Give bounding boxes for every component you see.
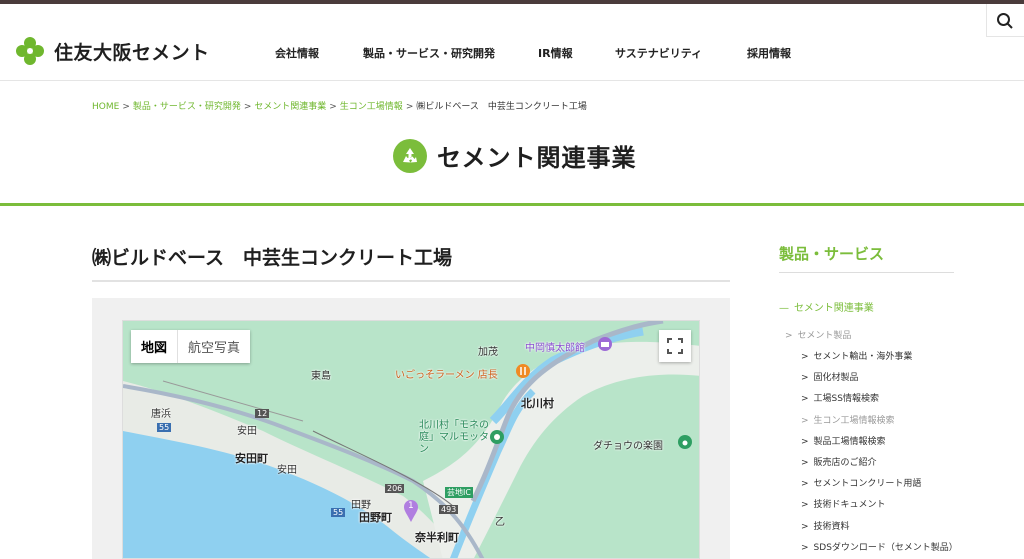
route-493-badge: 493	[439, 505, 459, 514]
sidebar-item-solidifier[interactable]: > 固化材製品	[801, 370, 859, 383]
sidebar-item-dealers[interactable]: > 販売店のご紹介	[801, 455, 877, 468]
sidebar-item-tech-docs[interactable]: > 技術ドキュメント	[801, 497, 886, 510]
park-pin-icon[interactable]	[677, 434, 693, 454]
page-title: ㈱ビルドベース 中芸生コンクリート工場	[92, 247, 453, 269]
map-type-map[interactable]: 地図	[131, 330, 179, 363]
logo-text: 住友大阪セメント	[54, 41, 210, 64]
map-label-karahama: 唐浜	[151, 409, 171, 420]
breadcrumb-home[interactable]: HOME	[92, 102, 119, 112]
sidebar-item-label: セメントコンクリート用語	[813, 479, 922, 489]
sidebar-item-label: 固化材製品	[813, 373, 859, 383]
sidebar-item-cement[interactable]: — セメント関連事業	[779, 299, 874, 314]
map-label-tano-town: 田野町	[359, 511, 392, 524]
breadcrumb-products[interactable]: 製品・サービス・研究開発	[133, 102, 241, 112]
sidebar-item-ss-search[interactable]: > 工場SS情報検索	[801, 391, 879, 404]
site-header: 住友大阪セメント 会社情報 製品・サービス・研究開発 IR情報 サステナビリティ…	[0, 4, 1024, 81]
section-divider	[0, 203, 1024, 206]
map-label-nakaoka: 中岡慎太郎館	[525, 343, 585, 354]
map-label-dachou: ダチョウの楽園	[593, 441, 663, 452]
nav-recruit[interactable]: 採用情報	[747, 45, 791, 61]
fullscreen-button[interactable]	[659, 330, 691, 362]
search-icon	[997, 13, 1013, 29]
restaurant-pin-icon[interactable]	[515, 363, 531, 383]
sidebar-item-cement-products-label: セメント製品	[797, 331, 852, 341]
sidebar-item-cement-products[interactable]: > セメント製品	[785, 328, 851, 341]
breadcrumb-current: ㈱ビルドベース 中芸生コンクリート工場	[416, 102, 587, 112]
sidebar-item-rmc-search[interactable]: > 生コン工場情報検索	[801, 413, 895, 426]
sidebar-item-tech-materials[interactable]: > 技術資料	[801, 519, 850, 532]
fullscreen-icon	[667, 338, 683, 354]
map-type-satellite[interactable]: 航空写真	[178, 330, 250, 363]
sidebar-item-label: 生コン工場情報検索	[813, 416, 895, 426]
route-206-badge: 206	[385, 484, 405, 493]
map-label-yasuda-station: 安田	[237, 426, 257, 437]
map-label-kamo: 加茂	[478, 347, 498, 358]
sidebar-item-label: 技術資料	[813, 522, 850, 532]
sidebar-item-cement-label: セメント関連事業	[794, 303, 874, 314]
route-55-badge-2: 55	[331, 508, 346, 517]
map-type-control: 地図 航空写真	[131, 330, 251, 363]
map-label-monet: 北川村「モネの庭」マルモッタン	[419, 420, 489, 455]
nav-company[interactable]: 会社情報	[275, 45, 319, 61]
museum-pin-icon[interactable]	[597, 336, 613, 356]
map-label-otsu: 乙	[495, 517, 505, 528]
sidebar-item-label: セメント輸出・海外事業	[813, 352, 913, 362]
map-label-igosso: いごっそラーメン 店長	[395, 370, 498, 381]
map-label-kitagawa: 北川村	[521, 397, 554, 410]
title-divider	[92, 280, 730, 282]
sidebar-item-label: SDSダウンロード（セメント製品）	[813, 543, 958, 553]
location-marker-number: 1	[408, 501, 414, 511]
location-marker-icon[interactable]: 1	[403, 499, 419, 527]
garden-pin-icon[interactable]	[489, 429, 505, 449]
sidebar-item-label: 製品工場情報検索	[813, 437, 886, 447]
sidebar-item-label: 技術ドキュメント	[813, 500, 886, 510]
nav-sustainability[interactable]: サステナビリティ	[615, 45, 702, 61]
breadcrumb-plants[interactable]: 生コン工場情報	[340, 102, 403, 112]
sidebar-item-product-plant-search[interactable]: > 製品工場情報検索	[801, 434, 886, 447]
sidebar-item-export[interactable]: > セメント輸出・海外事業	[801, 349, 912, 362]
map-label-higashijima: 東島	[311, 371, 331, 382]
recycle-icon	[393, 138, 427, 173]
sidebar-title: 製品・サービス	[779, 245, 885, 263]
map-label-geiic: 芸地IC	[445, 487, 473, 498]
breadcrumb: HOME > 製品・サービス・研究開発 > セメント関連事業 > 生コン工場情報 > ㈱ビルドベ…	[92, 102, 587, 112]
section-title: セメント関連事業	[437, 144, 637, 172]
search-button[interactable]	[986, 4, 1024, 37]
map-label-nahari: 奈半利町	[415, 531, 459, 544]
nav-ir[interactable]: IR情報	[538, 45, 573, 61]
sidebar-item-label: 販売店のご紹介	[813, 458, 877, 468]
sidebar-divider	[779, 272, 954, 273]
route-12-badge: 12	[255, 409, 270, 418]
breadcrumb-cement[interactable]: セメント関連事業	[254, 102, 326, 112]
map-label-yasuda-town: 安田町	[235, 452, 268, 465]
route-55-badge: 55	[157, 423, 172, 432]
site-logo[interactable]: 住友大阪セメント	[14, 35, 210, 67]
section-heading: セメント関連事業	[393, 138, 637, 173]
sidebar-item-label: 工場SS情報検索	[813, 394, 879, 404]
map-label-yasuda: 安田	[277, 465, 297, 476]
sidebar-item-sds[interactable]: > SDSダウンロード（セメント製品）	[801, 540, 958, 553]
logo-mark-icon	[16, 37, 44, 65]
google-map[interactable]: 地図 航空写真 加茂 中岡慎太郎館 東島 いごっそラーメン 店長 北川村 唐浜 …	[122, 320, 700, 559]
sidebar-item-glossary[interactable]: > セメントコンクリート用語	[801, 476, 921, 489]
nav-products[interactable]: 製品・サービス・研究開発	[363, 45, 495, 61]
